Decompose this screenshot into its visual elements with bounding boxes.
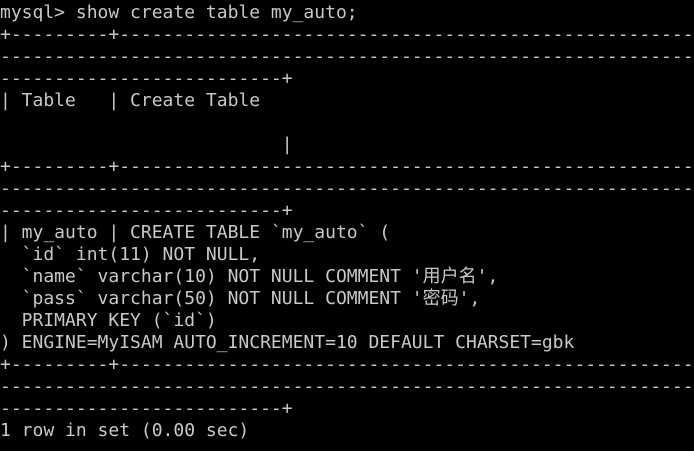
table-data-row: ) ENGINE=MyISAM AUTO_INCREMENT=10 DEFAUL… [0,332,575,353]
result-summary: 1 row in set (0.00 sec) [0,420,250,441]
table-data-row: `name` varchar(10) NOT NULL COMMENT '用户名… [0,266,499,287]
table-data-row: `id` int(11) NOT NULL, [0,244,261,265]
table-border-top: +---------+-----------------------------… [0,24,694,45]
table-border-top: ----------------------------------------… [0,46,694,67]
table-header-row: | [0,134,293,155]
table-border-bottom: --------------------------+ [0,398,293,419]
table-border-mid: +---------+-----------------------------… [0,156,694,177]
table-data-row: `pass` varchar(50) NOT NULL COMMENT '密码'… [0,288,481,309]
table-border-mid: --------------------------+ [0,200,293,221]
table-border-bottom: ----------------------------------------… [0,376,694,397]
command-line: mysql> show create table my_auto; [0,2,358,23]
table-border-top: --------------------------+ [0,68,293,89]
terminal-window[interactable]: mysql> show create table my_auto; +-----… [0,0,694,451]
table-border-mid: ----------------------------------------… [0,178,694,199]
table-border-bottom: +---------+-----------------------------… [0,354,694,375]
table-data-row: | my_auto | CREATE TABLE `my_auto` ( [0,222,391,243]
table-header-row: | Table | Create Table [0,90,261,111]
table-data-row: PRIMARY KEY (`id`) [0,310,217,331]
